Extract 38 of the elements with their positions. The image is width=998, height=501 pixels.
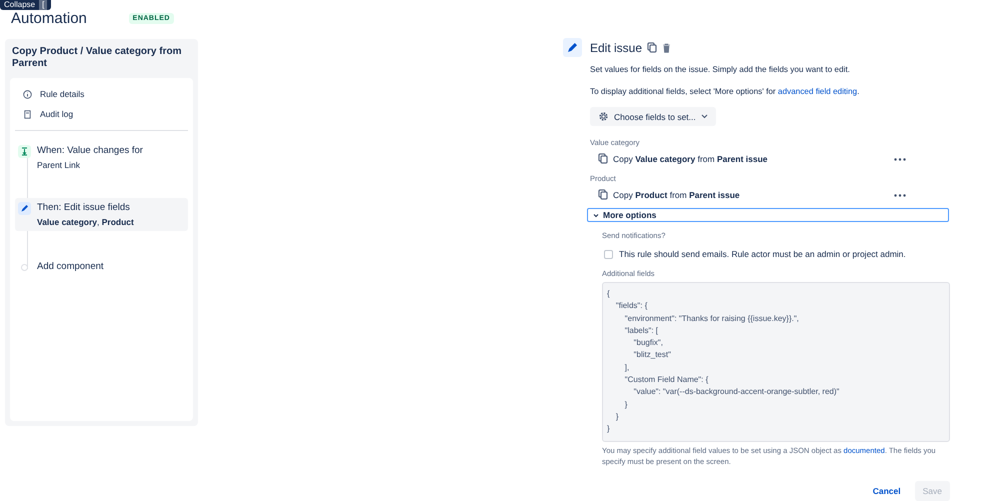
choose-fields-button[interactable]: Choose fields to set...	[590, 107, 716, 126]
trigger-icon	[18, 145, 31, 158]
menu-item[interactable]: Audit log	[15, 104, 188, 124]
checkbox-label: This rule should send emails. Rule actor must be an admin or project admin.	[619, 249, 906, 259]
step-title: Then: Edit issue fields	[37, 202, 131, 213]
shortcut-key: [	[39, 0, 48, 10]
checkbox[interactable]	[604, 250, 613, 258]
trash-icon[interactable]	[662, 42, 672, 52]
step-title: When: Value changes for	[37, 145, 143, 156]
document-icon	[23, 110, 32, 118]
rule-title: Copy Product / Value category from Parrent	[11, 46, 182, 71]
step-title: Add component	[37, 261, 104, 272]
rule-step[interactable]: Add component	[15, 257, 188, 278]
copy-icon	[598, 153, 608, 164]
hint-text: To display additional fields, select 'More options' for advanced field editing.	[590, 87, 860, 96]
step-detail: Value category, Product	[37, 217, 134, 227]
step-detail: Parent Link	[37, 160, 81, 170]
chevron-icon	[593, 212, 599, 218]
field-value: Copy Product from Parent issue	[613, 190, 741, 200]
gear-icon	[598, 111, 609, 122]
more-options-toggle[interactable]: More options	[587, 208, 949, 222]
copy-icon	[647, 42, 658, 53]
cancel-button[interactable]: Cancel	[866, 480, 907, 501]
json-editor[interactable]: { "fields": { "environment": "Thanks for raising {{issue.key}}.", "labels": [ "bugfix", "blitz_test" ], "Custom Field Name": { "value": "var(--ds-background-accent-orange-subtler, red)" } } }	[602, 282, 950, 442]
info-icon	[23, 90, 32, 98]
chevron-down-icon	[700, 114, 708, 119]
editor-title: Edit issue	[590, 40, 642, 54]
rule-step[interactable]: When: Value changes for Parent Link	[15, 141, 188, 174]
pencil-icon	[18, 202, 31, 215]
description-text: Set values for fields on the issue. Simply add the fields you want to edit.	[590, 65, 851, 74]
menu-item[interactable]: Rule details	[15, 84, 188, 104]
field-value: Copy Value category from Parent issue	[613, 154, 769, 164]
rule-step[interactable]: Then: Edit issue fields Value category, Product	[15, 198, 188, 231]
tooltip-label: Collapse	[4, 0, 36, 10]
pencil-icon	[563, 38, 582, 57]
copy-icon	[598, 189, 608, 200]
page-title: Automation	[11, 10, 87, 26]
advanced-editing-link[interactable]: advanced field editing	[778, 87, 858, 96]
